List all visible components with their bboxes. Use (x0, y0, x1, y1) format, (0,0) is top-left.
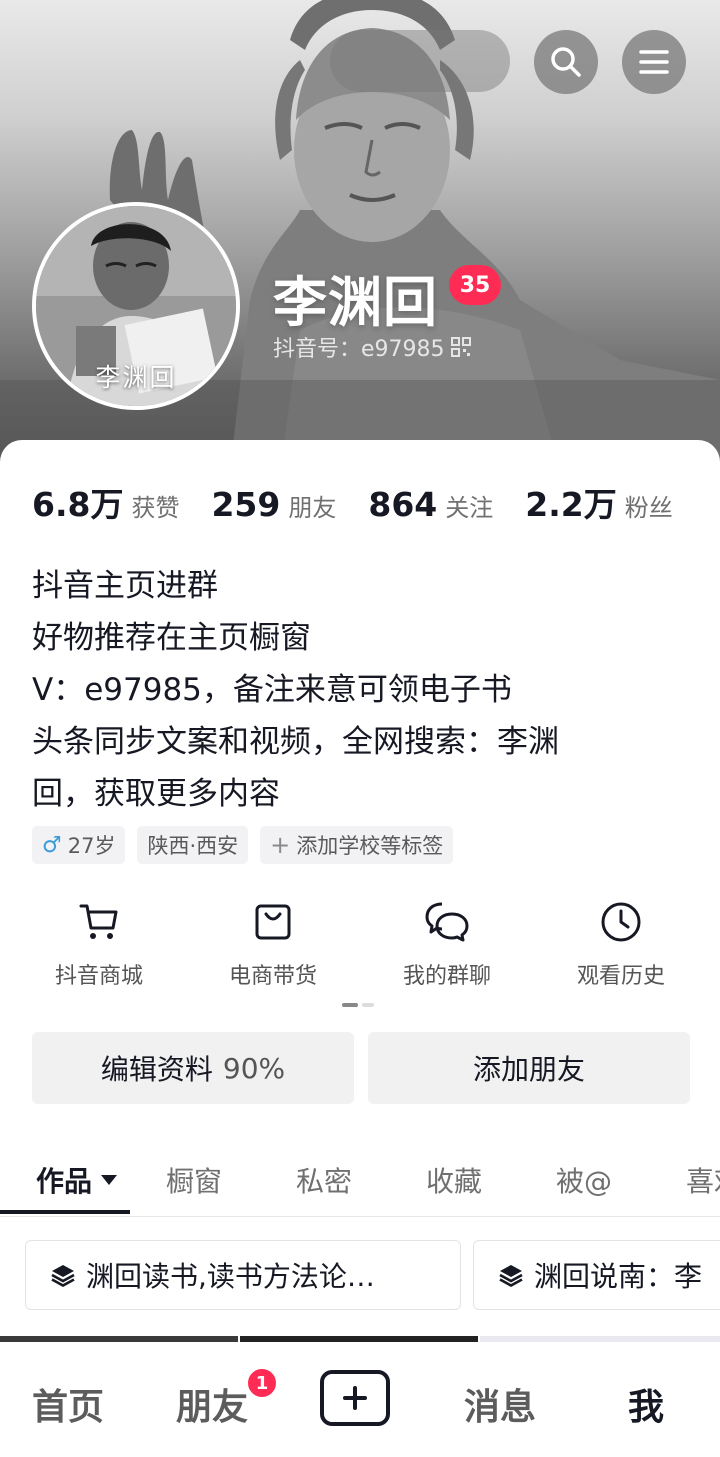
qr-code-icon (450, 337, 471, 357)
nav-home[interactable]: 首页 (32, 1378, 104, 1430)
shortcut-label: 我的群聊 (402, 964, 491, 989)
shortcut-shop[interactable]: 抖音商城 (12, 900, 186, 990)
shopping-bag-icon (255, 904, 291, 940)
stat-friends[interactable]: 259 朋友 (211, 485, 336, 524)
profile-tags: ♂ 27岁 陕西·西安 + 添加学校等标签 (32, 826, 454, 864)
shortcut-label: 电商带货 (228, 964, 317, 989)
nav-me[interactable]: 我 (628, 1378, 664, 1430)
tab-private[interactable]: 私密 (296, 1160, 352, 1200)
stat-value: 259 (211, 485, 281, 524)
bio-line: 回，获取更多内容 (32, 776, 280, 812)
page-dot-active (342, 1003, 358, 1007)
shortcut-label: 观看历史 (576, 964, 665, 989)
nav-friends[interactable]: 朋友 (176, 1378, 248, 1430)
avatar[interactable]: 李渊回 (32, 202, 240, 410)
douyin-id-text: 抖音号：e97985 (273, 337, 445, 362)
collection-card[interactable]: 渊回读书,读书方法论… (25, 1240, 461, 1310)
nav-messages[interactable]: 消息 (464, 1378, 536, 1430)
add-tag-label: 添加学校等标签 (296, 834, 444, 858)
menu-button[interactable] (622, 30, 686, 94)
tag-location-text: 陕西·西安 (147, 834, 239, 858)
top-pill-button[interactable] (330, 30, 510, 92)
layers-icon (499, 1265, 523, 1287)
collection-title: 渊回说南：李 (534, 1260, 703, 1293)
stat-label: 获赞 (131, 494, 180, 522)
stat-value: 6.8万 (32, 485, 124, 524)
caret-down-icon (101, 1175, 118, 1185)
level-badge[interactable]: 35 (449, 265, 501, 305)
edit-profile-button[interactable]: 编辑资料 90% (32, 1032, 354, 1104)
douyin-id[interactable]: 抖音号：e97985 (273, 331, 471, 363)
stat-following[interactable]: 864 关注 (368, 485, 493, 524)
bio-line: 好物推荐在主页橱窗 (32, 620, 311, 656)
tag-gender-age: ♂ 27岁 (32, 826, 126, 864)
cart-icon (79, 904, 118, 939)
shortcut-page-indicator (342, 1003, 374, 1007)
profile-name: 李渊回 (273, 271, 438, 334)
search-icon (551, 47, 581, 77)
stat-label: 粉丝 (624, 494, 673, 522)
add-friend-label: 添加朋友 (472, 1053, 585, 1086)
tag-location: 陕西·西安 (137, 826, 249, 864)
bio: 抖音主页进群 好物推荐在主页橱窗 V：e97985，备注来意可领电子书 头条同步… (32, 560, 682, 820)
friends-notification-badge: 1 (246, 1367, 278, 1399)
stat-label: 朋友 (288, 494, 337, 522)
avatar-signature: 李渊回 (95, 363, 177, 392)
page-dot (362, 1003, 374, 1007)
male-icon: ♂ (42, 832, 62, 858)
shortcut-group-chat[interactable]: 我的群聊 (360, 900, 534, 990)
hamburger-menu-icon (639, 50, 669, 74)
tag-age: 27岁 (67, 834, 116, 858)
tab-favorites[interactable]: 收藏 (426, 1160, 482, 1200)
profile-cover: 李渊回 李渊回 35 抖音号：e97985 (0, 0, 720, 470)
plus-icon: + (270, 831, 291, 859)
content-tabs: 作品 橱窗 私密 收藏 被@ 喜欢 (0, 1150, 720, 1217)
chat-bubbles-icon (425, 902, 469, 942)
collections-row: 渊回读书,读书方法论… 渊回说南：李 (25, 1240, 720, 1312)
tab-mentions[interactable]: 被@ (556, 1160, 612, 1200)
plus-icon (343, 1386, 367, 1410)
edit-profile-progress: 90% (222, 1051, 286, 1085)
shortcut-row: 抖音商城 电商带货 我的群聊 观看历史 (12, 900, 708, 990)
collection-title: 渊回读书,读书方法论… (86, 1260, 375, 1293)
layers-icon (51, 1265, 75, 1287)
bio-line: V：e97985，备注来意可领电子书 (32, 672, 512, 708)
search-button[interactable] (534, 30, 598, 94)
tab-showcase[interactable]: 橱窗 (166, 1160, 222, 1200)
edit-profile-label: 编辑资料 (100, 1053, 213, 1086)
shortcut-label: 抖音商城 (54, 964, 143, 989)
stat-followers[interactable]: 2.2万 粉丝 (525, 478, 672, 526)
stat-likes[interactable]: 6.8万 获赞 (32, 478, 179, 526)
create-button[interactable] (320, 1370, 390, 1426)
clock-icon (601, 902, 641, 942)
tab-active-indicator (0, 1210, 130, 1214)
shortcut-ecommerce[interactable]: 电商带货 (186, 900, 360, 990)
tab-label: 作品 (36, 1165, 93, 1198)
tab-works[interactable]: 作品 (36, 1160, 118, 1200)
bio-line: 抖音主页进群 (32, 568, 218, 604)
tab-likes[interactable]: 喜欢 (686, 1160, 720, 1200)
add-tag-button[interactable]: + 添加学校等标签 (260, 826, 454, 864)
add-friend-button[interactable]: 添加朋友 (368, 1032, 690, 1104)
stat-value: 864 (368, 485, 438, 524)
collection-card[interactable]: 渊回说南：李 (473, 1240, 720, 1310)
stat-value: 2.2万 (525, 485, 617, 524)
stat-label: 关注 (445, 494, 494, 522)
shortcut-history[interactable]: 观看历史 (534, 900, 708, 990)
stats-row: 6.8万 获赞 259 朋友 864 关注 2.2万 粉丝 (32, 478, 673, 526)
bottom-nav: 首页 朋友 1 消息 我 (0, 1342, 720, 1457)
profile-actions: 编辑资料 90% 添加朋友 (32, 1032, 690, 1104)
bio-line: 头条同步文案和视频，全网搜索：李渊 (32, 724, 559, 760)
